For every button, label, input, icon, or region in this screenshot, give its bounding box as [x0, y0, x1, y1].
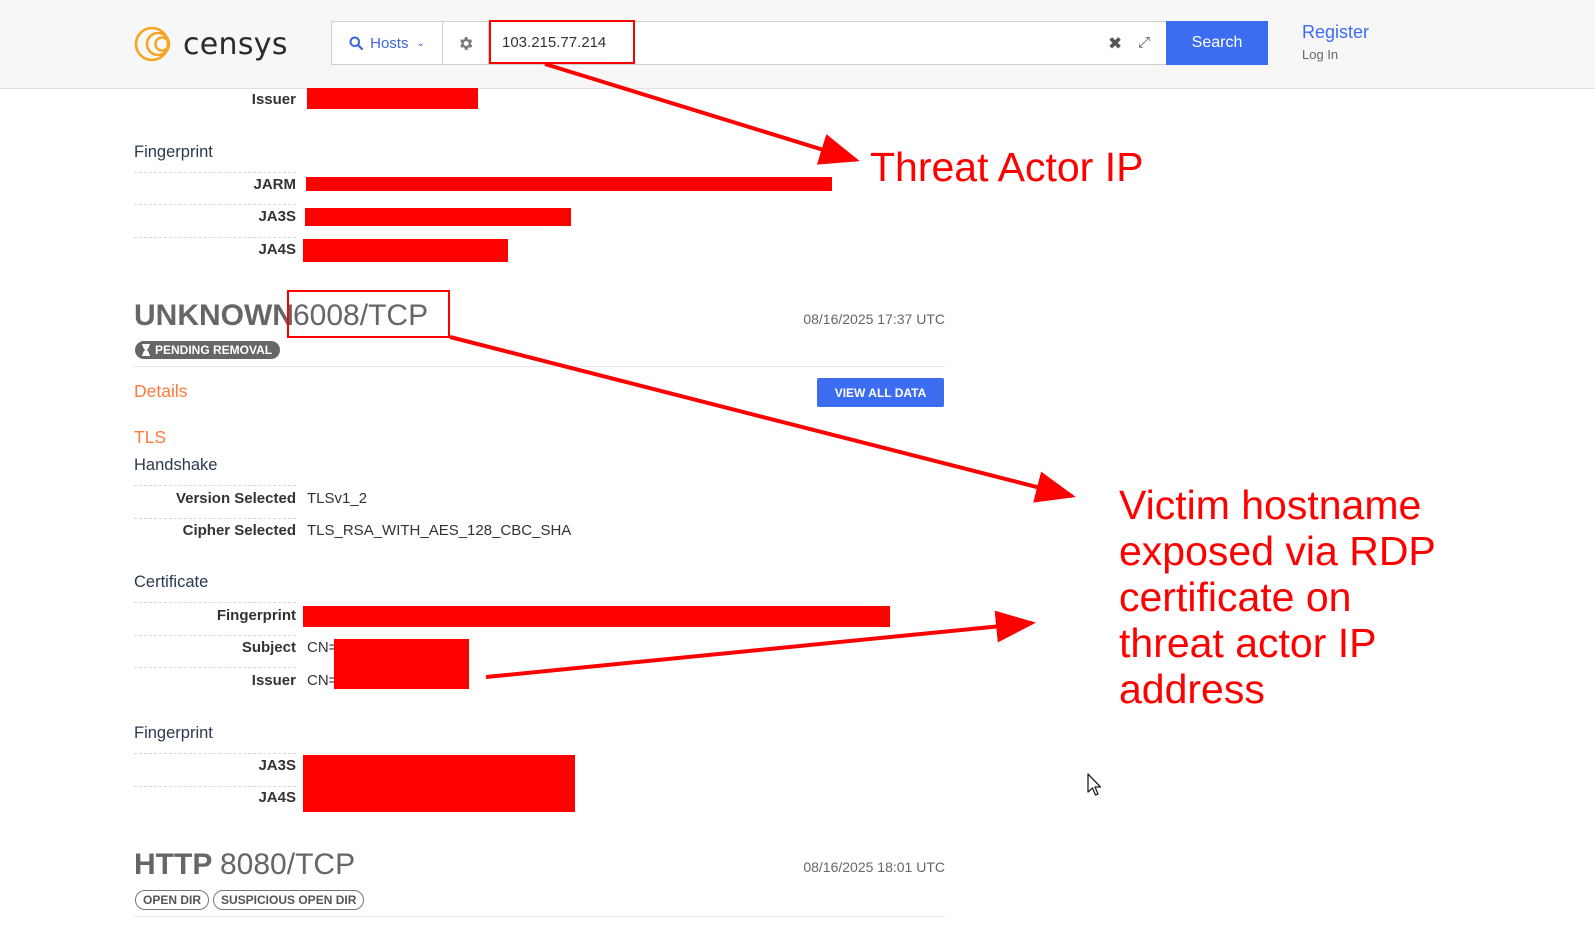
service-port[interactable]: 8080/TCP	[220, 848, 355, 882]
highlight-box	[489, 20, 635, 64]
open-dir-badge: OPEN DIR	[135, 890, 210, 910]
login-link[interactable]: Log In	[1302, 47, 1338, 62]
search-icon	[349, 36, 364, 50]
censys-logo-icon	[134, 26, 171, 62]
register-link[interactable]: Register	[1302, 22, 1369, 43]
row-divider	[134, 667, 296, 668]
search-type-dropdown[interactable]: Hosts ⌄	[332, 22, 443, 64]
cipher-selected-value: TLS_RSA_WITH_AES_128_CBC_SHA	[307, 522, 572, 539]
redaction-bar	[303, 755, 575, 812]
row-divider	[134, 518, 296, 519]
cipher-selected-label: Cipher Selected	[182, 522, 296, 539]
service-name: UNKNOWN	[134, 299, 294, 332]
row-divider	[134, 237, 296, 238]
ja4s-label: JA4S	[258, 241, 296, 258]
victim-annotation-line: certificate on	[1119, 574, 1352, 620]
victim-annotation-line: exposed via RDP	[1119, 528, 1436, 574]
redaction-bar	[334, 639, 469, 689]
certificate-heading: Certificate	[134, 573, 209, 591]
search-type-label: Hosts	[370, 34, 409, 52]
subject-value: CN=	[307, 639, 338, 656]
victim-annotation-line: Victim hostname	[1119, 482, 1422, 528]
section-divider	[134, 916, 945, 917]
row-divider	[134, 172, 296, 173]
section-divider	[134, 366, 945, 367]
censys-logo[interactable]: censys	[134, 24, 288, 64]
settings-button[interactable]	[442, 22, 489, 64]
close-icon[interactable]: ✖	[1108, 34, 1122, 54]
row-divider	[134, 602, 296, 603]
service-name: HTTP	[134, 848, 213, 881]
redaction-bar	[303, 239, 508, 262]
hourglass-icon	[142, 344, 150, 356]
version-selected-value: TLSv1_2	[307, 490, 368, 507]
expand-icon[interactable]: ⤢	[1138, 34, 1150, 51]
gear-icon	[459, 36, 472, 50]
arrow-victim-cert	[485, 610, 1036, 679]
version-selected-label: Version Selected	[175, 490, 296, 507]
cert-fingerprint-label: Fingerprint	[216, 607, 296, 624]
redaction-bar	[303, 606, 890, 627]
status-badge: PENDING REMOVAL	[135, 341, 281, 359]
tls-heading: TLS	[134, 427, 167, 447]
ja3s-label: JA3S	[258, 208, 296, 225]
chevron-down-icon: ⌄	[416, 37, 425, 49]
mouse-cursor-icon	[1087, 773, 1102, 796]
fingerprint-heading: Fingerprint	[134, 143, 213, 161]
arrow-victim-port	[449, 335, 1076, 503]
row-divider	[134, 753, 296, 754]
row-divider	[134, 786, 296, 787]
redaction-bar	[307, 88, 478, 109]
badge-label: PENDING REMOVAL	[155, 343, 273, 357]
redaction-bar	[305, 208, 571, 226]
victim-annotation-line: address	[1119, 666, 1265, 712]
issuer-label: Issuer	[251, 91, 296, 108]
suspicious-open-dir-badge: SUSPICIOUS OPEN DIR	[213, 890, 365, 910]
victim-annotation-line: threat actor IP	[1119, 620, 1377, 666]
top-header: censys Hosts ⌄ ✖ ⤢ Search Register Log I…	[0, 0, 1595, 89]
threat-actor-annotation: Threat Actor IP	[870, 144, 1144, 190]
subject-label: Subject	[241, 639, 296, 656]
redaction-bar	[306, 177, 832, 191]
service-timestamp: 08/16/2025 17:37 UTC	[803, 311, 945, 327]
jarm-label: JARM	[253, 176, 296, 193]
search-bar: Hosts ⌄ ✖ ⤢ Search	[331, 21, 1268, 65]
handshake-heading: Handshake	[134, 456, 218, 474]
highlight-box	[287, 290, 450, 338]
row-divider	[134, 204, 296, 205]
annotation-arrows	[449, 62, 1076, 679]
details-heading: Details	[134, 381, 188, 401]
search-button[interactable]: Search	[1166, 21, 1268, 65]
victim-annotation: Victim hostname exposed via RDP certific…	[1119, 482, 1436, 712]
issuer-label: Issuer	[251, 672, 296, 689]
service-timestamp: 08/16/2025 18:01 UTC	[803, 859, 945, 875]
row-divider	[134, 485, 296, 486]
issuer-value: CN=	[307, 672, 338, 689]
fingerprint-heading: Fingerprint	[134, 724, 213, 742]
view-all-data-button[interactable]: VIEW ALL DATA	[817, 378, 944, 407]
ja3s-label: JA3S	[258, 757, 296, 774]
logo-text: censys	[183, 26, 288, 62]
ja4s-label: JA4S	[258, 789, 296, 806]
row-divider	[134, 635, 296, 636]
